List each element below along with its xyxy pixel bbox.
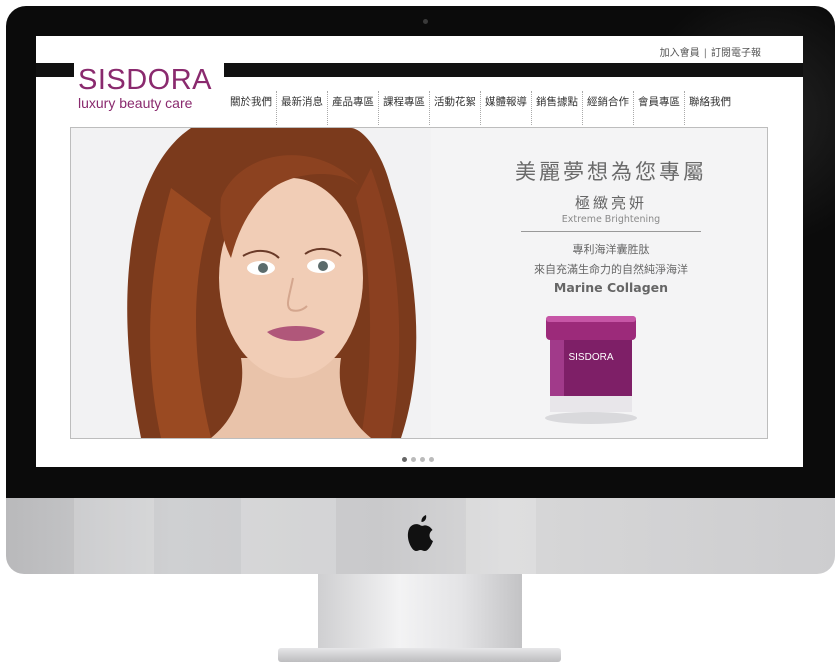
carousel-dot[interactable] [420,457,425,462]
join-member-link[interactable]: 加入會員 [660,48,700,59]
nav-item-about[interactable]: 關於我們 [226,91,276,125]
carousel-dot[interactable] [402,457,407,462]
nav-item-events[interactable]: 活動花絮 [429,91,480,125]
carousel-dot[interactable] [411,457,416,462]
banner-line-1: 專利海洋囊胜肽 [572,243,650,256]
subscribe-newsletter-link[interactable]: 訂閱電子報 [711,48,761,59]
apple-logo-icon [407,515,433,551]
carousel-indicators [402,457,434,462]
website-screen: 加入會員 | 訂閱電子報 SISDORA luxury beauty care 關於… [36,36,803,467]
camera-icon [423,19,428,24]
banner-subheadline-english: Extreme Brightening [561,214,661,225]
product-jar-image: SISDORA [545,316,637,424]
product-jar-label: SISDORA [568,352,613,363]
banner-line-3: Marine Collagen [553,280,669,295]
site-logo[interactable]: SISDORA luxury beauty care [74,58,224,118]
link-separator: | [703,48,707,59]
carousel-dot[interactable] [429,457,434,462]
banner-subheadline: 極緻亮妍 [574,194,647,212]
nav-item-products[interactable]: 產品專區 [327,91,378,125]
banner-headline: 美麗夢想為您專屬 [515,160,707,184]
nav-item-contact[interactable]: 聯絡我們 [684,91,735,125]
chin-reflection [241,498,336,574]
logo-title: SISDORA [78,64,213,96]
banner-divider [521,231,701,232]
nav-item-news[interactable]: 最新消息 [276,91,327,125]
monitor-stand-base [278,648,561,662]
model-photo [71,128,431,438]
hero-banner[interactable]: 美麗夢想為您專屬 極緻亮妍 Extreme Brightening 專利海洋囊胜… [70,127,768,439]
chin-reflection [74,498,154,574]
nav-item-courses[interactable]: 課程專區 [378,91,429,125]
top-links: 加入會員 | 訂閱電子報 [660,44,761,59]
monitor-stand-neck [318,574,522,650]
nav-item-members[interactable]: 會員專區 [633,91,684,125]
main-nav: 關於我們 最新消息 產品專區 課程專區 活動花絮 媒體報導 銷售據點 經銷合作 … [226,91,735,125]
nav-item-stores[interactable]: 銷售據點 [531,91,582,125]
nav-item-distributors[interactable]: 經銷合作 [582,91,633,125]
logo-tagline: luxury beauty care [78,95,193,111]
chin-reflection [466,498,536,574]
banner-line-2: 來自充滿生命力的自然純淨海洋 [534,263,688,276]
nav-item-media[interactable]: 媒體報導 [480,91,531,125]
